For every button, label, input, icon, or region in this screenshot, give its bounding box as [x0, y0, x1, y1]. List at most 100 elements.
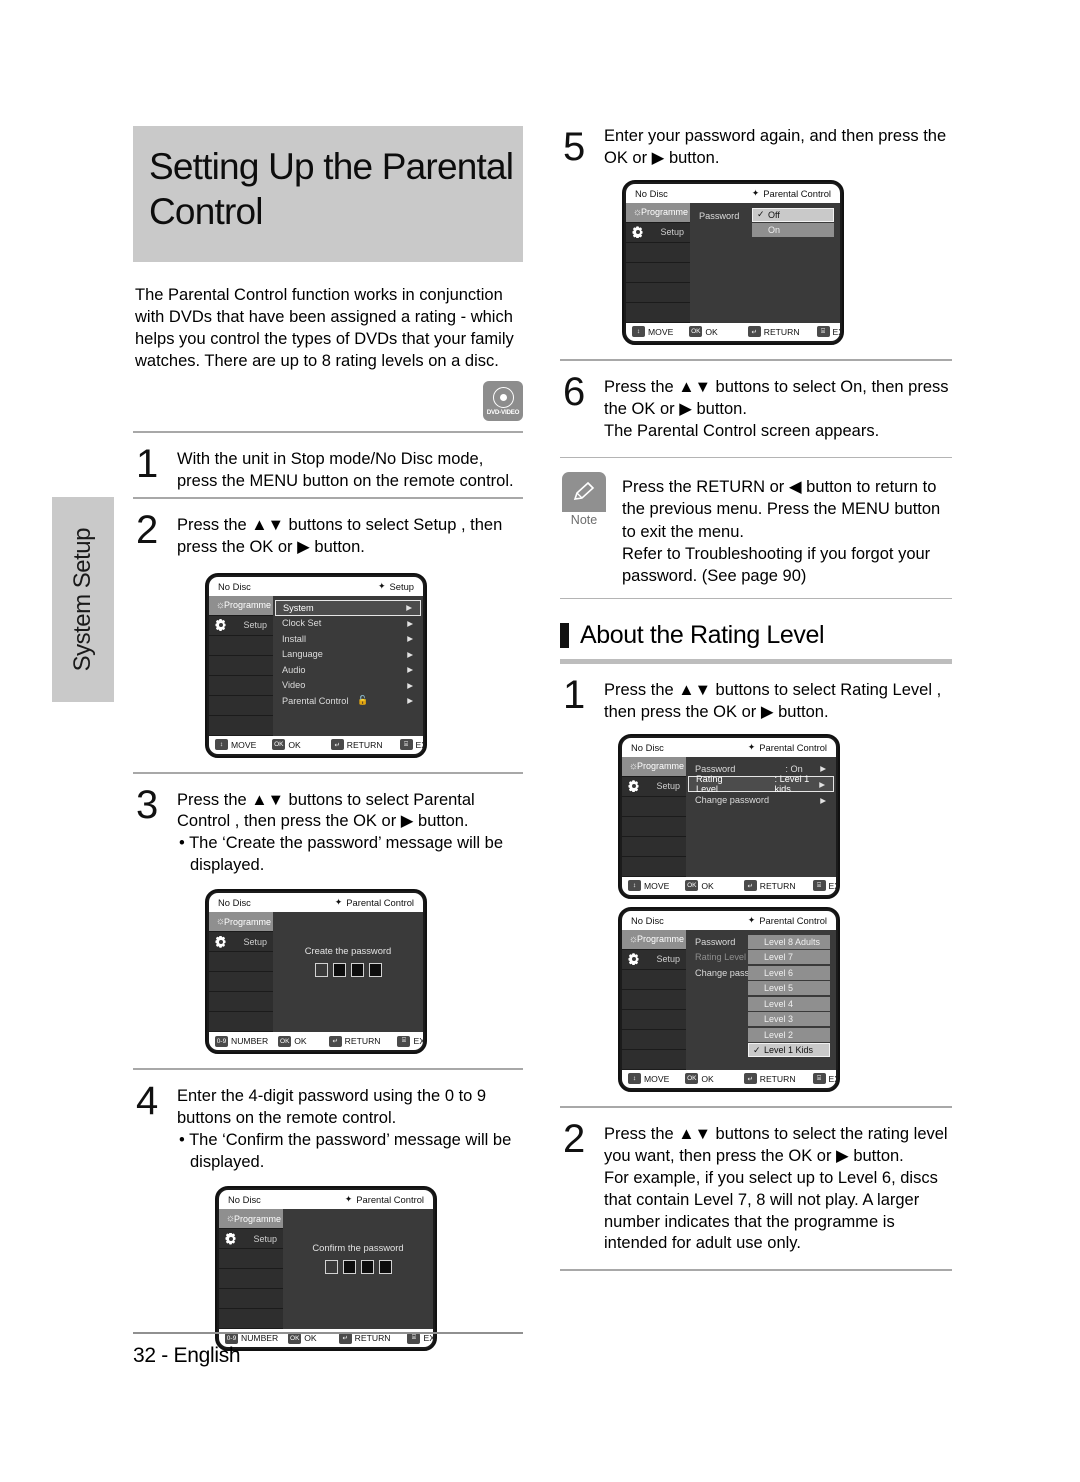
- screen-status: No Disc: [218, 580, 251, 592]
- rating-option-level-1[interactable]: ✓ Level 1 Kids: [748, 1043, 830, 1058]
- option-on[interactable]: On: [752, 223, 834, 238]
- sidebar-empty-row: [622, 970, 686, 990]
- rating-option-level-5[interactable]: Level 5: [748, 981, 830, 996]
- option-label: Off: [768, 209, 780, 220]
- page-title-banner: Setting Up the Parental Control: [133, 126, 523, 262]
- footer-exit[interactable]: ⌸ EXIT: [812, 1073, 836, 1085]
- menu-item-system[interactable]: System ▶: [275, 599, 421, 616]
- sidebar-item-setup[interactable]: Setup: [622, 950, 686, 970]
- footer-exit[interactable]: ⌸ EXIT: [399, 739, 423, 750]
- sidebar-item-programme[interactable]: ☼ Programme: [626, 202, 690, 223]
- footer-ok[interactable]: OK OK: [278, 1035, 307, 1047]
- menu-item-change-password[interactable]: Change password ▶: [688, 792, 834, 808]
- menu-item-video[interactable]: Video ▶: [275, 678, 421, 694]
- sidebar-item-programme[interactable]: ☼ Programme: [622, 756, 686, 777]
- option-dropdown[interactable]: ✓ Off On: [752, 207, 834, 239]
- screen-password-onoff: No Disc ✦ Parental Control ☼ Programme S…: [622, 179, 844, 345]
- gear-icon: [626, 780, 641, 793]
- footer-exit[interactable]: ⌸ EXIT: [397, 1035, 423, 1047]
- menu-item-language[interactable]: Language ▶: [275, 647, 421, 663]
- step-bullet: • The ‘Create the password’ message will…: [179, 834, 504, 875]
- menu-item-clock-set[interactable]: Clock Set ▶: [275, 616, 421, 632]
- menu-item-install[interactable]: Install ▶: [275, 631, 421, 647]
- sidebar-item-setup[interactable]: Setup: [209, 616, 273, 636]
- footer-move[interactable]: ↕ MOVE: [628, 1073, 669, 1085]
- screen-password-area: Confirm the password: [283, 1209, 433, 1329]
- sidebar-item-label: Programme: [637, 934, 685, 945]
- footer-move[interactable]: ↕ MOVE: [628, 880, 670, 892]
- footer-ok[interactable]: OK OK: [689, 326, 718, 338]
- footer-label: MOVE: [644, 880, 670, 891]
- rating-option-level-6[interactable]: Level 6: [748, 965, 830, 980]
- footer-move[interactable]: ↕ MOVE: [215, 739, 256, 750]
- option-label: Level 2: [764, 1029, 794, 1040]
- chevron-right-icon: ▶: [820, 795, 826, 805]
- footer-return[interactable]: ↵ RETURN: [328, 1035, 380, 1047]
- chevron-right-icon: ▶: [407, 680, 413, 690]
- step-6: 6 Press the ▲▼ buttons to select On, the…: [560, 361, 952, 447]
- footer-number[interactable]: 0-9 NUMBER: [215, 1035, 268, 1047]
- footer-return[interactable]: ↵ RETURN: [330, 739, 383, 750]
- sidebar-item-programme[interactable]: ☼ Programme: [622, 929, 686, 950]
- sidebar-item-setup[interactable]: Setup: [626, 223, 690, 243]
- diamond-icon: ✦: [747, 741, 756, 752]
- gear-icon: [626, 953, 641, 966]
- screen-sidebar: ☼ Programme Setup: [622, 756, 686, 877]
- menu-item-label: Password: [699, 210, 740, 221]
- sidebar-item-programme[interactable]: ☼ Programme: [219, 1209, 283, 1229]
- password-digit-boxes[interactable]: [273, 963, 423, 978]
- footer-exit[interactable]: ⌸ EXIT: [816, 326, 840, 338]
- footer-ok[interactable]: OK OK: [685, 1073, 714, 1085]
- sidebar-empty-row: [219, 1309, 283, 1329]
- option-label: Level 5: [764, 983, 794, 994]
- menu-item-audio[interactable]: Audio ▶: [275, 662, 421, 678]
- menu-item-label: Audio: [282, 664, 306, 675]
- footer-label: OK: [288, 739, 301, 750]
- exit-key-icon: ⌸: [399, 739, 413, 750]
- chevron-right-icon: ▶: [406, 603, 412, 612]
- ok-key-icon: OK: [278, 1035, 292, 1047]
- footer-exit[interactable]: ⌸ EXIT: [812, 880, 836, 892]
- move-key-icon: ↕: [215, 739, 228, 750]
- exit-key-icon: ⌸: [812, 880, 826, 892]
- rating-option-level-2[interactable]: Level 2: [748, 1027, 830, 1042]
- sidebar-empty-row: [626, 263, 690, 283]
- step-3: 3 Press the ▲▼ buttons to select Parenta…: [133, 774, 523, 882]
- option-off[interactable]: ✓ Off: [752, 207, 834, 222]
- step-number: 2: [136, 507, 159, 552]
- menu-item-label: Install: [282, 633, 307, 644]
- footer-move[interactable]: ↕ MOVE: [632, 326, 673, 338]
- side-tab-label: System Setup: [69, 527, 96, 672]
- sidebar-item-programme[interactable]: ☼ Programme: [209, 912, 273, 933]
- rating-option-level-3[interactable]: Level 3: [748, 1012, 830, 1027]
- sidebar-empty-row: [622, 1030, 686, 1050]
- screen-titlebar: No Disc ✦ Parental Control: [209, 893, 423, 913]
- footer-ok[interactable]: OK OK: [272, 739, 301, 750]
- rating-level-dropdown[interactable]: Level 8 Adults Level 7 Level 6 Level 5 L: [748, 934, 830, 1059]
- sidebar-item-programme[interactable]: ☼ Programme: [209, 595, 273, 616]
- rating-option-level-4[interactable]: Level 4: [748, 996, 830, 1011]
- sidebar-empty-row: [219, 1269, 283, 1289]
- step-number: 2: [563, 1116, 586, 1161]
- sidebar-empty-row: [209, 952, 273, 973]
- diamond-icon: ✦: [377, 580, 386, 591]
- sidebar-item-setup[interactable]: Setup: [219, 1229, 283, 1249]
- screen-titlebar: No Disc ✦ Setup: [209, 576, 423, 596]
- menu-item-parental-control[interactable]: Parental Control 🔓 ▶: [275, 693, 421, 709]
- rating-option-level-8[interactable]: Level 8 Adults: [748, 934, 830, 949]
- footer-return[interactable]: ↵ RETURN: [743, 880, 796, 892]
- sidebar-empty-row: [209, 656, 273, 676]
- menu-item-rating-level[interactable]: Rating Level : Level 1 kids ▶: [688, 774, 834, 794]
- sidebar-item-setup[interactable]: Setup: [209, 932, 273, 953]
- footer-return[interactable]: ↵ RETURN: [747, 326, 800, 338]
- sidebar-empty-row: [622, 817, 686, 837]
- step-5: 5 Enter your password again, and then pr…: [560, 126, 952, 174]
- footer-return[interactable]: ↵ RETURN: [743, 1073, 796, 1085]
- password-digit-boxes[interactable]: [283, 1260, 433, 1274]
- sidebar-item-setup[interactable]: Setup: [622, 777, 686, 797]
- screen-status: No Disc: [218, 897, 251, 909]
- footer-ok[interactable]: OK OK: [685, 880, 714, 892]
- screen-status: No Disc: [631, 741, 664, 753]
- rating-option-level-7[interactable]: Level 7: [748, 950, 830, 965]
- note-label: Note: [570, 512, 598, 527]
